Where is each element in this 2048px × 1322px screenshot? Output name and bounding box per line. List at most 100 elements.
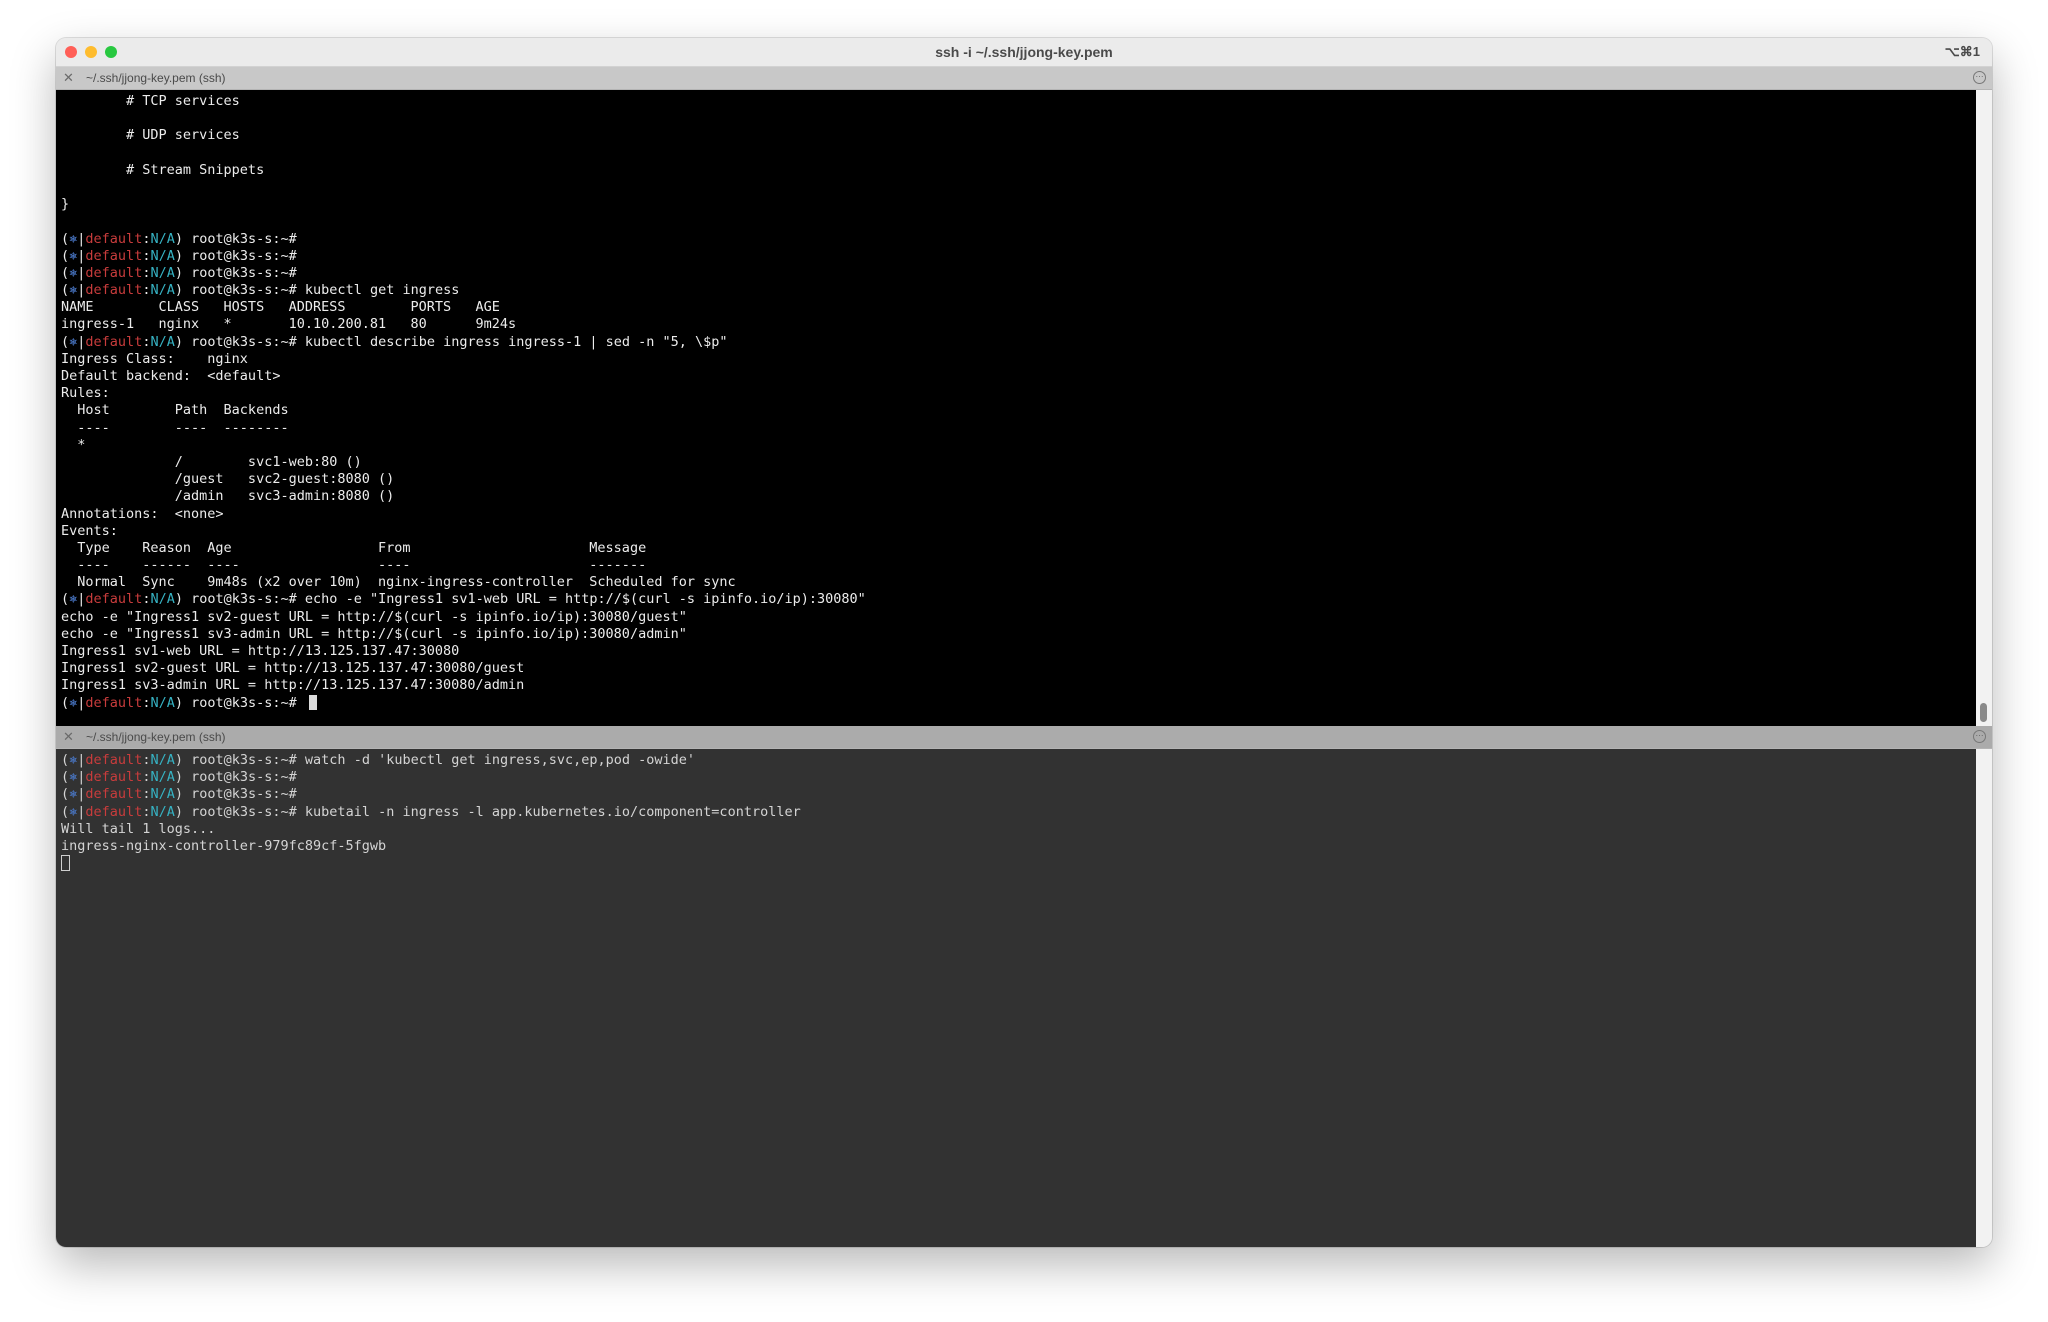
output-line: # Stream Snippets xyxy=(61,162,866,179)
shell-prompt: (⎈|default:N/A) root@k3s-s:~# xyxy=(61,248,297,264)
prompt-close: ) xyxy=(174,333,183,350)
prompt-open: ( xyxy=(61,752,70,768)
scrollbar-top[interactable] xyxy=(1976,90,1992,726)
prompt-line: (⎈|default:N/A) root@k3s-s:~# kubectl ge… xyxy=(61,282,866,299)
close-pane-icon[interactable]: ✕ xyxy=(63,729,74,744)
output-line: Annotations: <none> xyxy=(61,506,866,523)
kube-namespace: N/A xyxy=(150,803,175,820)
close-pane-icon[interactable]: ✕ xyxy=(63,70,74,85)
scrollbar-bottom[interactable] xyxy=(1976,749,1992,1247)
output-line: echo -e "Ingress1 sv2-guest URL = http:/… xyxy=(61,609,866,626)
output-line: /admin svc3-admin:8080 () xyxy=(61,488,866,505)
title-bar[interactable]: ssh -i ~/.ssh/jjong-key.pem ⌥⌘1 xyxy=(56,38,1992,67)
kube-namespace: N/A xyxy=(150,282,175,299)
prompt-close: ) xyxy=(174,282,183,299)
prompt-line: (⎈|default:N/A) root@k3s-s:~# kubetail -… xyxy=(61,804,801,821)
output-text: Events: xyxy=(61,522,118,539)
output-line: } xyxy=(61,196,866,213)
shell-prompt: (⎈|default:N/A) root@k3s-s:~# xyxy=(61,231,297,247)
output-line: Events: xyxy=(61,523,866,540)
prompt-line: (⎈|default:N/A) root@k3s-s:~# xyxy=(61,769,801,786)
prompt-host: root@k3s-s:~# xyxy=(183,591,297,608)
window-title: ssh -i ~/.ssh/jjong-key.pem xyxy=(935,44,1113,60)
kube-context: default xyxy=(85,247,143,264)
output-line: Rules: xyxy=(61,385,866,402)
output-line: * xyxy=(61,437,866,454)
output-line: ingress-nginx-controller-979fc89cf-5fgwb xyxy=(61,838,801,855)
prompt-host: root@k3s-s:~# xyxy=(183,786,297,803)
output-line: Type Reason Age From Message xyxy=(61,540,866,557)
text-cursor xyxy=(308,694,317,710)
prompt-open: ( xyxy=(61,803,70,820)
prompt-close: ) xyxy=(174,752,183,768)
prompt-host: root@k3s-s:~# xyxy=(183,803,297,820)
output-line: # TCP services xyxy=(61,93,866,110)
prompt-close: ) xyxy=(174,803,183,820)
prompt-close: ) xyxy=(174,591,183,608)
output-text: Default backend: <default> xyxy=(61,368,281,384)
output-line: Normal Sync 9m48s (x2 over 10m) nginx-in… xyxy=(61,574,866,591)
output-text: NAME CLASS HOSTS ADDRESS PORTS AGE xyxy=(61,299,500,316)
output-line: / svc1-web:80 () xyxy=(61,454,866,471)
prompt-close: ) xyxy=(174,786,183,803)
output-text: Ingress Class: nginx xyxy=(61,350,248,367)
output-text: Ingress1 sv3-admin URL = http://13.125.1… xyxy=(61,677,525,694)
pane-tab-label: ~/.ssh/jjong-key.pem (ssh) xyxy=(86,730,226,744)
output-text: Host Path Backends xyxy=(61,402,289,419)
output-text: ingress-1 nginx * 10.10.200.81 80 9m24s xyxy=(61,316,517,333)
shell-prompt: (⎈|default:N/A) root@k3s-s:~# xyxy=(61,769,297,785)
output-line: NAME CLASS HOSTS ADDRESS PORTS AGE xyxy=(61,299,866,316)
output-text: * xyxy=(61,436,86,453)
output-text: Ingress1 sv1-web URL = http://13.125.137… xyxy=(61,643,460,659)
kube-namespace: N/A xyxy=(150,786,175,803)
output-line: ---- ---- -------- xyxy=(61,420,866,437)
scrollbar-thumb[interactable] xyxy=(1980,703,1987,722)
prompt-line: (⎈|default:N/A) root@k3s-s:~# watch -d '… xyxy=(61,752,801,769)
output-text: ingress-nginx-controller-979fc89cf-5fgwb xyxy=(61,837,387,854)
command-text xyxy=(297,695,305,711)
output-text: Rules: xyxy=(61,385,110,402)
command-text: watch -d 'kubectl get ingress,svc,ep,pod… xyxy=(296,752,696,768)
output-line: Will tail 1 logs... xyxy=(61,821,801,838)
command-text: kubectl get ingress xyxy=(296,282,460,299)
output-text: # Stream Snippets xyxy=(61,161,265,178)
output-text: # UDP services xyxy=(61,127,240,144)
terminal-pane-top[interactable]: # TCP services # UDP services # Stream S… xyxy=(56,90,1976,726)
terminal-pane-bottom[interactable]: (⎈|default:N/A) root@k3s-s:~# watch -d '… xyxy=(56,749,1976,1247)
output-line xyxy=(61,855,801,872)
output-text: } xyxy=(61,196,70,213)
kube-namespace: N/A xyxy=(150,752,175,768)
window-shortcut: ⌥⌘1 xyxy=(1944,44,1980,59)
output-text: /admin svc3-admin:8080 () xyxy=(61,488,395,505)
pane-tab-top[interactable]: ✕ ~/.ssh/jjong-key.pem (ssh) ··· xyxy=(56,67,1992,90)
kube-namespace: N/A xyxy=(150,591,175,608)
prompt-open: ( xyxy=(61,247,70,264)
shell-prompt: (⎈|default:N/A) root@k3s-s:~# xyxy=(61,752,297,768)
prompt-line: (⎈|default:N/A) root@k3s-s:~# xyxy=(61,248,866,265)
prompt-host: root@k3s-s:~# xyxy=(183,752,297,768)
prompt-line: (⎈|default:N/A) root@k3s-s:~# kubectl de… xyxy=(61,334,866,351)
prompt-open: ( xyxy=(61,786,70,803)
output-text: Ingress1 sv2-guest URL = http://13.125.1… xyxy=(61,660,525,677)
prompt-host: root@k3s-s:~# xyxy=(183,282,297,299)
pane-menu-icon[interactable]: ··· xyxy=(1973,71,1986,84)
kube-namespace: N/A xyxy=(150,769,175,786)
pane-menu-icon[interactable]: ··· xyxy=(1973,730,1986,743)
terminal-output: # TCP services # UDP services # Stream S… xyxy=(61,93,866,712)
prompt-line: (⎈|default:N/A) root@k3s-s:~# echo -e "I… xyxy=(61,591,866,608)
command-text: echo -e "Ingress1 sv1-web URL = http://$… xyxy=(296,591,866,608)
kube-context: default xyxy=(85,769,143,786)
prompt-line: (⎈|default:N/A) root@k3s-s:~# xyxy=(61,786,801,803)
prompt-open: ( xyxy=(61,769,70,786)
kube-context: default xyxy=(85,591,143,608)
prompt-close: ) xyxy=(174,769,183,786)
pane-tab-bottom[interactable]: ✕ ~/.ssh/jjong-key.pem (ssh) ··· xyxy=(56,726,1992,749)
command-text: kubectl describe ingress ingress-1 | sed… xyxy=(296,333,728,350)
command-text: kubetail -n ingress -l app.kubernetes.io… xyxy=(296,803,801,820)
shell-prompt: (⎈|default:N/A) root@k3s-s:~# xyxy=(61,695,297,711)
kube-namespace: N/A xyxy=(150,230,175,247)
output-line: Ingress1 sv2-guest URL = http://13.125.1… xyxy=(61,660,866,677)
